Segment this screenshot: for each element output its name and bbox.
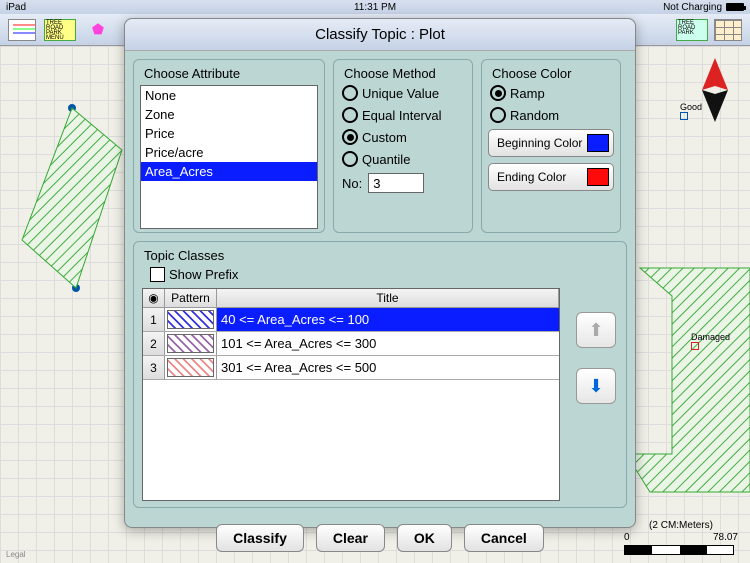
device-label: iPad	[6, 2, 26, 13]
compass-icon	[698, 58, 732, 122]
topic-classes-label: Topic Classes	[144, 248, 620, 263]
beginning-color-button[interactable]: Beginning Color	[488, 129, 614, 157]
eye-icon: ◉	[148, 291, 158, 305]
color-random[interactable]: Random	[490, 107, 614, 123]
no-label: No:	[342, 176, 362, 191]
beginning-color-swatch	[587, 134, 609, 152]
choose-attribute-group: Choose Attribute None Zone Price Price/a…	[133, 59, 325, 233]
topic-classes-group: Topic Classes Show Prefix ◉ Pattern Titl…	[133, 241, 627, 508]
legend-menu-icon[interactable]: TREE ROAD PARK MENU	[44, 19, 76, 41]
charge-label: Not Charging	[663, 2, 722, 13]
table-tool-icon[interactable]	[714, 19, 742, 41]
attr-item-price[interactable]: Price	[141, 124, 317, 143]
classify-dialog: Classify Topic : Plot Choose Attribute N…	[124, 18, 636, 528]
pattern-swatch[interactable]	[167, 358, 214, 377]
ending-color-swatch	[587, 168, 609, 186]
map-marker-damaged[interactable]: Damaged	[691, 332, 730, 352]
no-input[interactable]	[368, 173, 424, 193]
attr-item-none[interactable]: None	[141, 86, 317, 105]
classes-table[interactable]: ◉ Pattern Title 1 40 <= Area_Acres <= 10…	[142, 288, 560, 501]
attr-item-zone[interactable]: Zone	[141, 105, 317, 124]
table-row[interactable]: 1 40 <= Area_Acres <= 100	[143, 308, 559, 332]
dialog-button-row: Classify Clear OK Cancel	[125, 516, 635, 562]
legal-link[interactable]: Legal	[6, 550, 26, 559]
table-row[interactable]: 2 101 <= Area_Acres <= 300	[143, 332, 559, 356]
method-equal-interval[interactable]: Equal Interval	[342, 107, 466, 123]
method-custom[interactable]: Custom	[342, 129, 466, 145]
table-row[interactable]: 3 301 <= Area_Acres <= 500	[143, 356, 559, 380]
shape-tool-icon[interactable]: ⬟	[84, 19, 112, 41]
move-up-button[interactable]: ⬆	[576, 312, 616, 348]
map-marker-good[interactable]: Good	[680, 102, 702, 122]
scale-bar: (2 CM:Meters) 078.07	[624, 520, 738, 555]
col-pattern[interactable]: Pattern	[165, 289, 217, 307]
table-header: ◉ Pattern Title	[143, 289, 559, 308]
col-title[interactable]: Title	[217, 289, 559, 307]
checkbox-icon	[150, 267, 165, 282]
color-ramp[interactable]: Ramp	[490, 85, 614, 101]
choose-color-group: Choose Color Ramp Random Beginning Color…	[481, 59, 621, 233]
col-visibility[interactable]: ◉	[143, 289, 165, 307]
choose-method-group: Choose Method Unique Value Equal Interva…	[333, 59, 473, 233]
arrow-up-icon: ⬆	[588, 320, 603, 341]
ok-button[interactable]: OK	[397, 524, 452, 552]
attr-item-price-acre[interactable]: Price/acre	[141, 143, 317, 162]
status-bar: iPad 11:31 PM Not Charging	[0, 0, 750, 14]
pattern-swatch[interactable]	[167, 334, 214, 353]
table-empty-area	[143, 380, 559, 500]
layer-list-icon[interactable]	[8, 19, 36, 41]
battery-icon	[726, 3, 744, 11]
clock: 11:31 PM	[354, 2, 396, 13]
choose-color-label: Choose Color	[492, 66, 614, 81]
choose-attribute-label: Choose Attribute	[144, 66, 318, 81]
classify-button[interactable]: Classify	[216, 524, 304, 552]
attr-item-area-acres[interactable]: Area_Acres	[141, 162, 317, 181]
attribute-list[interactable]: None Zone Price Price/acre Area_Acres	[140, 85, 318, 229]
cancel-button[interactable]: Cancel	[464, 524, 544, 552]
method-unique-value[interactable]: Unique Value	[342, 85, 466, 101]
move-down-button[interactable]: ⬇	[576, 368, 616, 404]
show-prefix-checkbox[interactable]: Show Prefix	[150, 267, 620, 282]
arrow-down-icon: ⬇	[588, 376, 603, 397]
pattern-swatch[interactable]	[167, 310, 214, 329]
legend-mini-icon[interactable]: TREE ROAD PARK	[676, 19, 708, 41]
dialog-title: Classify Topic : Plot	[125, 19, 635, 51]
clear-button[interactable]: Clear	[316, 524, 385, 552]
method-quantile[interactable]: Quantile	[342, 151, 466, 167]
ending-color-button[interactable]: Ending Color	[488, 163, 614, 191]
choose-method-label: Choose Method	[344, 66, 466, 81]
